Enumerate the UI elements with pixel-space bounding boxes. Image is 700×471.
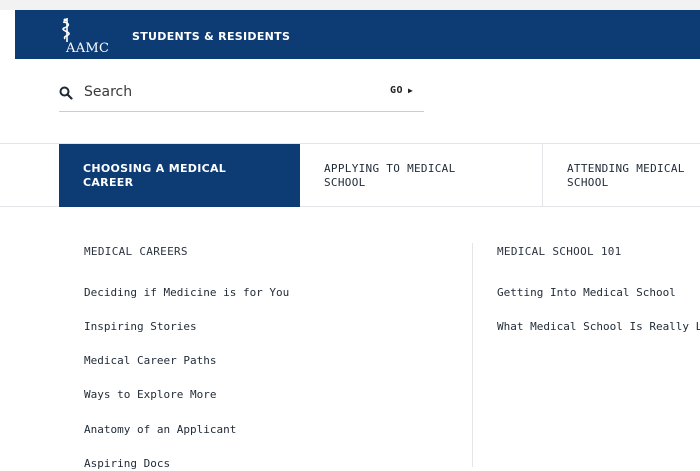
menu-link[interactable]: Medical Career Paths	[84, 354, 216, 367]
menu-link[interactable]: Aspiring Docs	[84, 457, 170, 470]
menu-link[interactable]: Inspiring Stories	[84, 320, 197, 333]
tab-label-line2: SCHOOL	[324, 176, 366, 189]
search-icon[interactable]	[59, 86, 73, 100]
menu-link[interactable]: Ways to Explore More	[84, 388, 216, 401]
site-title[interactable]: STUDENTS & RESIDENTS	[132, 30, 290, 43]
logo-text: AAMC	[66, 41, 110, 56]
tab-attending-medical-school[interactable]: ATTENDING MEDICAL SCHOOL	[543, 144, 700, 207]
tab-label-line2: CAREER	[83, 176, 134, 189]
menu-column-divider	[472, 243, 473, 467]
browser-top-strip	[0, 0, 700, 10]
menu-heading-medical-school-101: MEDICAL SCHOOL 101	[497, 245, 622, 258]
site-header: AAMC STUDENTS & RESIDENTS	[15, 10, 700, 59]
menu-link[interactable]: Anatomy of an Applicant	[84, 423, 236, 436]
go-button[interactable]: GO ▶	[390, 85, 413, 96]
go-label: GO	[390, 85, 404, 96]
menu-link[interactable]: Deciding if Medicine is for You	[84, 286, 289, 299]
tab-label-line1: CHOOSING A MEDICAL	[83, 162, 227, 175]
menu-link[interactable]: What Medical School Is Really Like	[497, 320, 700, 333]
chevron-right-icon: ▶	[408, 86, 414, 95]
search-input[interactable]	[84, 84, 344, 100]
main-nav-tabs: CHOOSING A MEDICAL CAREER APPLYING TO ME…	[0, 143, 700, 207]
tab-label-line1: ATTENDING MEDICAL	[567, 162, 685, 175]
aamc-logo[interactable]: AAMC	[60, 17, 130, 57]
tab-applying-to-medical-school[interactable]: APPLYING TO MEDICAL SCHOOL	[300, 144, 542, 207]
menu-heading-medical-careers: MEDICAL CAREERS	[84, 245, 188, 258]
menu-link[interactable]: Getting Into Medical School	[497, 286, 676, 299]
search-bar: GO ▶	[59, 82, 424, 112]
caduceus-icon	[62, 18, 70, 42]
tab-label-line2: SCHOOL	[567, 176, 609, 189]
tab-label-line1: APPLYING TO MEDICAL	[324, 162, 456, 175]
tab-choosing-a-medical-career[interactable]: CHOOSING A MEDICAL CAREER	[59, 144, 300, 207]
